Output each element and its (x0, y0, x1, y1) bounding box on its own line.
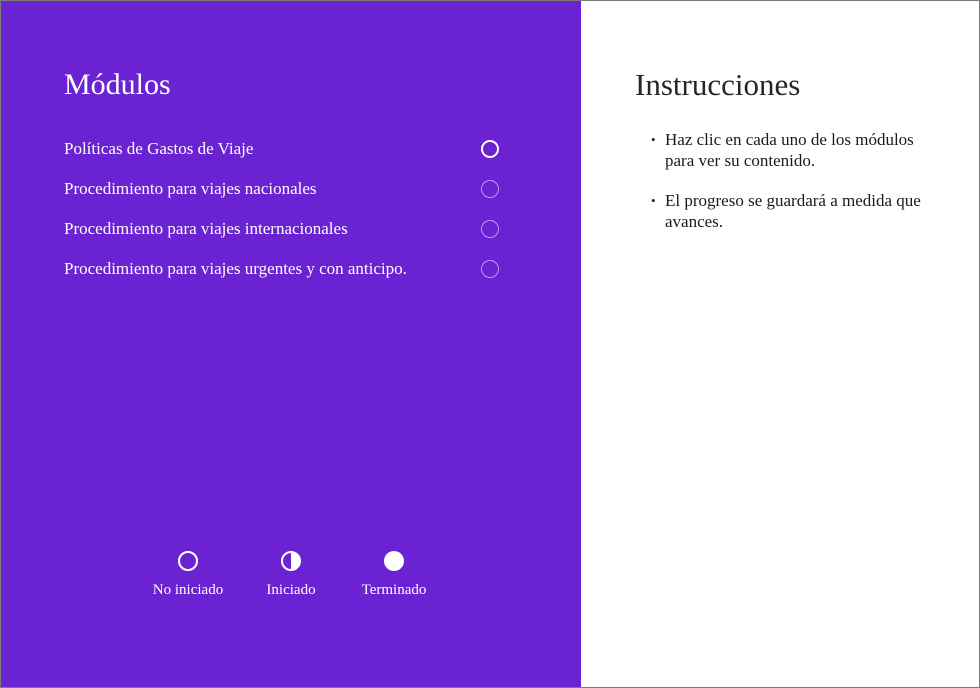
module-label: Procedimiento para viajes urgentes y con… (64, 259, 407, 278)
module-item[interactable]: Políticas de Gastos de Viaje (64, 129, 499, 169)
module-item[interactable]: Procedimiento para viajes internacionale… (64, 209, 499, 249)
half-circle-icon (281, 551, 301, 571)
instruction-item: Haz clic en cada uno de los módulos para… (651, 129, 939, 171)
instructions-list: Haz clic en cada uno de los módulos para… (635, 129, 939, 232)
module-label: Políticas de Gastos de Viaje (64, 139, 254, 158)
legend-not-started: No iniciado (137, 551, 240, 599)
empty-circle-icon (481, 140, 499, 158)
legend-label: No iniciado (152, 582, 224, 598)
module-item[interactable]: Procedimiento para viajes urgentes y con… (64, 249, 499, 289)
modules-panel: Módulos Políticas de Gastos de Viaje Pro… (1, 1, 581, 687)
module-label: Procedimiento para viajes internacionale… (64, 219, 348, 238)
legend-label: Iniciado (266, 582, 316, 598)
status-legend: No iniciado Iniciado Terminado (1, 551, 581, 599)
module-label: Procedimiento para viajes nacionales (64, 179, 317, 198)
instruction-item: El progreso se guardará a medida que ava… (651, 190, 939, 232)
modules-list: Políticas de Gastos de Viaje Procedimien… (64, 129, 499, 289)
modules-title: Módulos (64, 68, 171, 101)
instructions-panel: Instrucciones Haz clic en cada uno de lo… (581, 1, 979, 687)
filled-circle-icon (384, 551, 404, 571)
module-item[interactable]: Procedimiento para viajes nacionales (64, 169, 499, 209)
legend-started: Iniciado (240, 551, 343, 599)
empty-circle-icon (178, 551, 198, 571)
instructions-title: Instrucciones (635, 67, 801, 102)
empty-circle-icon (481, 260, 499, 278)
empty-circle-icon (481, 180, 499, 198)
legend-finished: Terminado (343, 551, 446, 599)
legend-label: Terminado (361, 582, 427, 598)
empty-circle-icon (481, 220, 499, 238)
course-page: Módulos Políticas de Gastos de Viaje Pro… (0, 0, 980, 688)
